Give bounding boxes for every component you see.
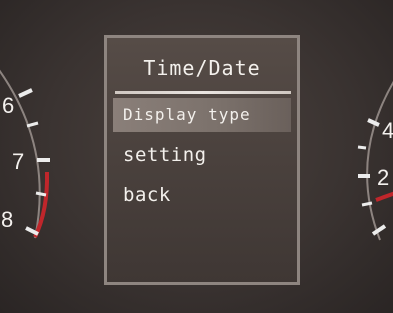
right-gauge-needle bbox=[375, 191, 393, 202]
menu-list: Display type setting back bbox=[107, 98, 297, 212]
instrument-cluster-display: 6 7 8 4 2 Time/Date Display type setting… bbox=[0, 0, 393, 313]
left-gauge-tick bbox=[35, 191, 47, 197]
right-gauge-tick bbox=[367, 118, 380, 127]
left-gauge-tick bbox=[18, 88, 33, 98]
right-gauge-outer-arc bbox=[366, 81, 393, 241]
menu-item-setting[interactable]: setting bbox=[107, 138, 297, 172]
right-gauge: 4 2 bbox=[357, 81, 393, 241]
left-gauge-label-6: 6 bbox=[2, 93, 14, 118]
right-gauge-label-4: 4 bbox=[382, 118, 393, 143]
right-gauge-tick bbox=[357, 145, 367, 150]
time-date-menu: Time/Date Display type setting back bbox=[104, 35, 300, 285]
menu-item-back[interactable]: back bbox=[107, 178, 297, 212]
menu-title: Time/Date bbox=[143, 56, 261, 80]
menu-divider bbox=[115, 91, 291, 94]
right-gauge-tick bbox=[361, 201, 373, 207]
menu-item-display-type[interactable]: Display type bbox=[113, 98, 291, 132]
left-gauge: 6 7 8 bbox=[0, 69, 50, 239]
left-gauge-label-7: 7 bbox=[12, 149, 24, 174]
left-gauge-tick bbox=[26, 121, 39, 128]
left-gauge-label-8: 8 bbox=[1, 207, 13, 232]
right-gauge-label-2: 2 bbox=[377, 165, 389, 190]
